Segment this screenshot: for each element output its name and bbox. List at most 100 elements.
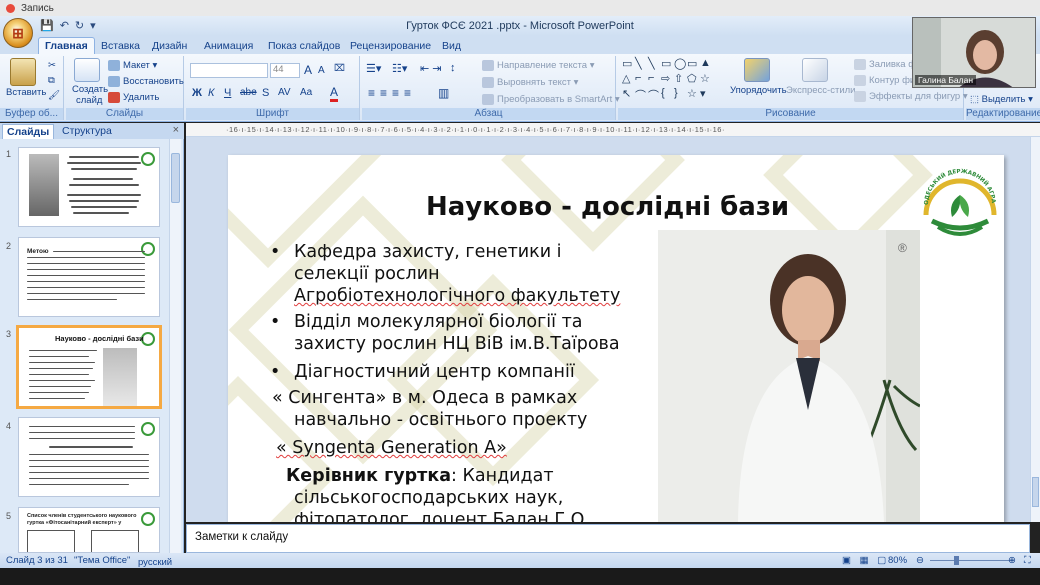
- cut-icon[interactable]: ✂: [48, 60, 56, 71]
- text-direction-button[interactable]: Направление текста ▾: [482, 60, 594, 71]
- shapes-gallery[interactable]: ▭ ╲ ╲ ▭ ◯ ▭ ▲ △ ⌐ ⌐ ⇨ ⇧ ⬠ ☆ ↖ ⌒ ⌒{} ☆ ▾: [622, 57, 714, 103]
- zoom-out-icon[interactable]: ⊖: [916, 555, 924, 566]
- indent-icon[interactable]: ⇤ ⇥: [420, 62, 442, 75]
- new-slide-label2[interactable]: слайд: [76, 95, 102, 106]
- paste-button[interactable]: Вставить: [6, 87, 46, 98]
- webcam-video: Галина Балан: [912, 17, 1036, 88]
- select-icon: ⬚: [970, 94, 982, 105]
- horizontal-ruler: ·16·ı·15·ı·14·ı·13·ı·12·ı·11·ı·10·ı·9·ı·…: [186, 123, 1040, 137]
- zoom-in-icon[interactable]: ⊕: [1008, 555, 1016, 566]
- case-button[interactable]: Aa: [300, 87, 312, 98]
- reset-button[interactable]: Восстановить: [108, 76, 184, 87]
- underline-button[interactable]: Ч: [224, 87, 231, 99]
- columns-icon[interactable]: ▥: [438, 86, 449, 100]
- smartart-button[interactable]: Преобразовать в SmartArt ▾: [482, 94, 620, 105]
- shadow-button[interactable]: S: [262, 87, 269, 99]
- numbering-icon[interactable]: ☷▾: [392, 62, 407, 75]
- format-painter-icon[interactable]: 🖌: [48, 90, 60, 101]
- thumb-table-right: [91, 530, 139, 552]
- leader-line2: сільськогосподарських наук,: [294, 488, 564, 508]
- layout-button[interactable]: Макет ▾: [108, 60, 157, 71]
- delete-icon: [108, 92, 120, 103]
- slide-thumb-2[interactable]: Метою: [18, 237, 160, 317]
- thumb-image: [29, 154, 59, 216]
- zoom-slider[interactable]: [930, 560, 1014, 561]
- line-spacing-icon[interactable]: ↕: [450, 62, 456, 74]
- view-buttons[interactable]: ▣ ▦ ▢: [842, 555, 889, 566]
- slide-thumb-1[interactable]: [18, 147, 160, 227]
- leader-line1: Керівник гуртка: Кандидат: [286, 465, 554, 487]
- bullet-1-dot: •: [270, 242, 281, 262]
- slide-thumb-4[interactable]: [18, 417, 160, 497]
- bullet-3-dot: •: [270, 362, 281, 382]
- leader-label: Керівник гуртка: [286, 466, 452, 486]
- font-group: 44 A A ⌧ Ж К Ч abe S AV Aa A Шрифт: [186, 56, 360, 120]
- panel-scroll-thumb[interactable]: [171, 153, 180, 203]
- tab-outline[interactable]: Структура: [58, 124, 116, 138]
- smartart-icon: [482, 94, 494, 105]
- tab-insert[interactable]: Вставка: [95, 38, 146, 54]
- paragraph-group-label: Абзац: [362, 108, 615, 120]
- window-title: Гурток ФСЄ 2021 .pptx - Microsoft PowerP…: [406, 20, 634, 32]
- select-button[interactable]: ⬚ Выделить ▾: [970, 94, 1033, 105]
- paragraph-group: ☰▾ ☷▾ ⇤ ⇥ ↕ ≡≡≡≡ ▥ Направление текста ▾ …: [362, 56, 620, 120]
- recording-label: Запись: [21, 2, 54, 14]
- strike-button[interactable]: abe: [240, 87, 257, 98]
- tab-review[interactable]: Рецензирование: [344, 38, 437, 54]
- fit-slide-icon[interactable]: ⛶: [1024, 555, 1031, 566]
- photo-scene: [658, 230, 920, 522]
- text-direction-icon: [482, 60, 494, 71]
- slide-canvas[interactable]: ОДЕСЬКИЙ ДЕРЖАВНИЙ АГРАРНИЙ УНІВЕРСИТЕТ …: [228, 155, 1004, 522]
- thumb-number-5: 5: [6, 511, 12, 521]
- tab-slideshow[interactable]: Показ слайдов: [262, 38, 346, 54]
- thumb-number-3: 3: [6, 329, 12, 339]
- grow-font-button[interactable]: A: [304, 63, 312, 77]
- align-buttons[interactable]: ≡≡≡≡: [368, 86, 416, 100]
- slides-group-label: Слайды: [66, 108, 183, 120]
- syngenta-line3: « Syngenta Generation A»: [276, 438, 507, 458]
- office-button[interactable]: ⊞: [3, 18, 33, 48]
- zoom-slider-thumb[interactable]: [954, 556, 959, 565]
- notes-pane[interactable]: Заметки к слайду: [186, 524, 1030, 553]
- video-frame-border: [0, 568, 1040, 585]
- slide-thumb-5[interactable]: Список членів студентського наукового гу…: [18, 507, 160, 553]
- clear-format-icon[interactable]: ⌧: [334, 63, 345, 74]
- zoom-level[interactable]: 80%: [888, 555, 907, 566]
- thumb-number-2: 2: [6, 241, 12, 251]
- spacing-button[interactable]: AV: [278, 87, 291, 98]
- presenter-photo: [658, 230, 920, 522]
- close-panel-icon[interactable]: ×: [173, 124, 179, 136]
- new-slide-button[interactable]: Создать: [72, 84, 108, 95]
- tab-slides[interactable]: Слайды: [2, 124, 55, 139]
- editor-scroll-thumb[interactable]: [1032, 477, 1039, 507]
- ribbon: Вставить ✂ ⧉ 🖌 Буфер об... Создать слайд…: [0, 54, 1040, 122]
- panel-scrollbar[interactable]: [169, 139, 181, 553]
- quick-styles-button[interactable]: Экспресс-стили: [786, 85, 855, 96]
- tab-design[interactable]: Дизайн: [146, 38, 193, 54]
- editor-scrollbar[interactable]: [1030, 137, 1040, 522]
- language-label: русский: [138, 557, 173, 568]
- italic-button[interactable]: К: [208, 87, 214, 99]
- shape-outline-button[interactable]: Контур фи: [854, 75, 915, 86]
- shrink-font-button[interactable]: A: [318, 65, 325, 76]
- font-color-button[interactable]: A: [330, 85, 339, 102]
- tab-home[interactable]: Главная: [38, 37, 95, 54]
- bullets-icon[interactable]: ☰▾: [366, 62, 381, 75]
- thumb-number-4: 4: [6, 421, 12, 431]
- registered-mark: ®: [898, 241, 907, 255]
- shape-effects-icon: [854, 91, 866, 102]
- arrange-button[interactable]: Упорядочить: [730, 85, 787, 96]
- slide-thumb-3[interactable]: Науково - дослідні бази: [16, 325, 162, 409]
- bullet-1-line1: Кафедра захисту, генетики і: [294, 242, 562, 262]
- align-text-button[interactable]: Выровнять текст ▾: [482, 77, 578, 88]
- bold-button[interactable]: Ж: [192, 87, 202, 99]
- shape-effects-button[interactable]: Эффекты для фигур ▾: [854, 91, 968, 102]
- tab-view[interactable]: Вид: [436, 38, 467, 54]
- copy-icon[interactable]: ⧉: [48, 75, 55, 86]
- font-name-field[interactable]: [190, 63, 268, 78]
- syngenta-line1: « Сингента» в м. Одеса в рамках: [272, 388, 578, 408]
- tab-animation[interactable]: Анимация: [198, 38, 259, 54]
- delete-button[interactable]: Удалить: [108, 92, 159, 103]
- font-size-field[interactable]: 44: [270, 63, 300, 78]
- thumb-5-title: Список членів студентського наукового гу…: [27, 513, 137, 526]
